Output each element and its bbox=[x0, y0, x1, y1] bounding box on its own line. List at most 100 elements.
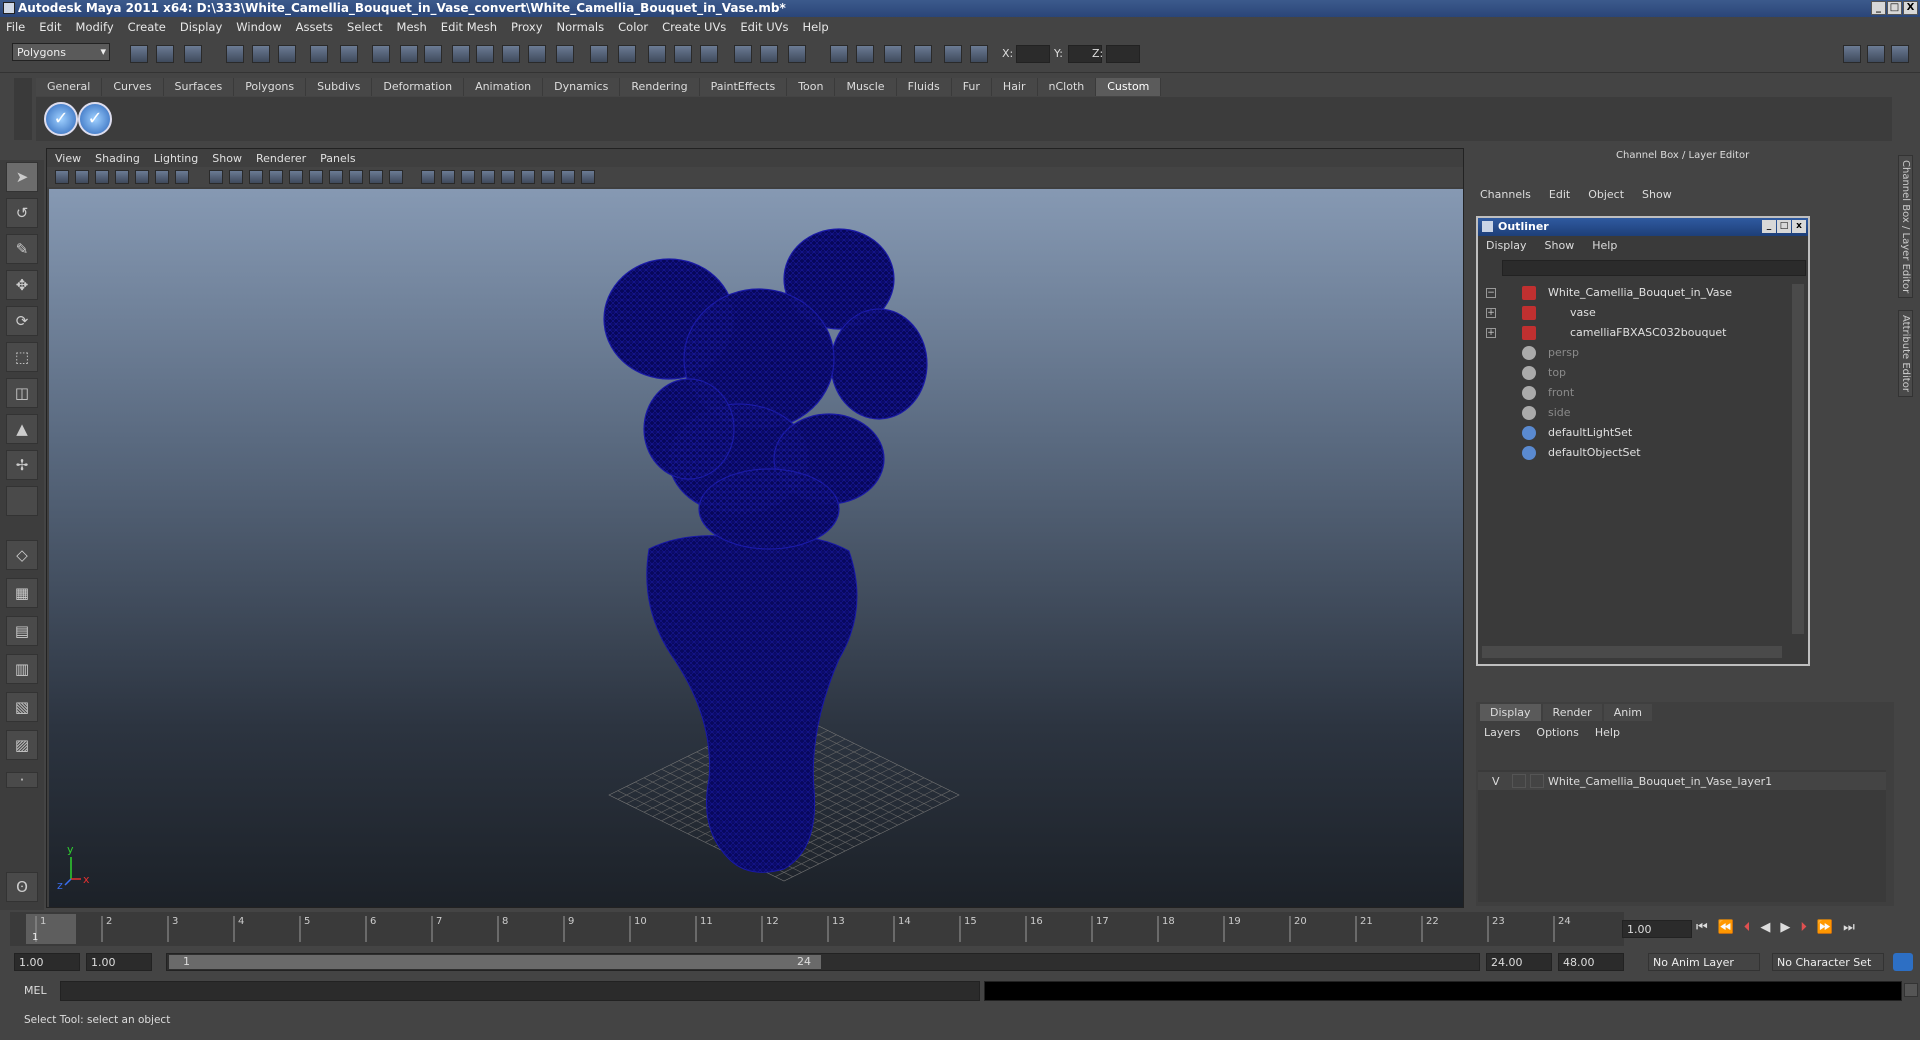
status-tool-icon-29[interactable] bbox=[944, 45, 962, 63]
last-used-tool-icon[interactable] bbox=[6, 486, 38, 516]
play-backwards-icon[interactable]: ◀ bbox=[1760, 920, 1770, 935]
rotate-tool-icon[interactable]: ⟳ bbox=[6, 306, 38, 336]
universal-manipulator-icon[interactable]: ◫ bbox=[6, 378, 38, 408]
shelf-tab-rendering[interactable]: Rendering bbox=[620, 78, 700, 96]
viewport-tool-icon-12[interactable] bbox=[289, 170, 303, 184]
shelf-tab-dynamics[interactable]: Dynamics bbox=[543, 78, 621, 96]
soft-modification-icon[interactable]: ▲ bbox=[6, 414, 38, 444]
menu-assets[interactable]: Assets bbox=[296, 20, 333, 34]
viewport-tool-icon-4[interactable] bbox=[115, 170, 129, 184]
z-field[interactable] bbox=[1106, 45, 1140, 63]
outliner-item[interactable]: − White_Camellia_Bouquet_in_Vase bbox=[1480, 284, 1780, 302]
close-button[interactable]: X bbox=[1903, 1, 1918, 15]
command-language-label[interactable]: MEL bbox=[24, 984, 47, 997]
status-tool-icon-9[interactable] bbox=[372, 45, 390, 63]
layer-tab-anim[interactable]: Anim bbox=[1603, 704, 1652, 721]
persp-graph-layout-icon[interactable]: ▨ bbox=[6, 730, 38, 760]
maximize-button[interactable]: □ bbox=[1887, 1, 1902, 15]
viewport-tool-icon-11[interactable] bbox=[269, 170, 283, 184]
status-tool-icon-6[interactable] bbox=[278, 45, 296, 63]
status-tool-icon-25[interactable] bbox=[830, 45, 848, 63]
shelf-check-button-1[interactable]: ✓ bbox=[44, 102, 78, 136]
viewport-menu-panels[interactable]: Panels bbox=[320, 152, 355, 165]
select-tool-icon[interactable]: ➤ bbox=[6, 162, 38, 192]
shelf-tab-general[interactable]: General bbox=[36, 78, 103, 96]
outliner-minimize-button[interactable]: _ bbox=[1762, 220, 1776, 233]
animation-start-field[interactable]: 1.00 bbox=[14, 953, 80, 971]
outliner-maximize-button[interactable]: □ bbox=[1777, 220, 1791, 233]
step-forward-frame-icon[interactable]: ⏵ bbox=[1800, 920, 1807, 935]
play-forwards-icon[interactable]: ▶ bbox=[1780, 920, 1790, 935]
shelf-tab-fluids[interactable]: Fluids bbox=[896, 78, 952, 96]
outliner-item[interactable]: persp bbox=[1480, 344, 1780, 362]
status-tool-icon-20[interactable] bbox=[674, 45, 692, 63]
shelf-check-button-2[interactable]: ✓ bbox=[78, 102, 112, 136]
menu-create[interactable]: Create bbox=[128, 20, 166, 34]
time-slider[interactable]: 1 2 3 4 5 6 7 8 9 10 11 12 13 14 15 16 17 18 19 20 21 22 23 24 1 bbox=[10, 912, 1624, 946]
menu-modify[interactable]: Modify bbox=[76, 20, 114, 34]
menu-edit-uvs[interactable]: Edit UVs bbox=[740, 20, 788, 34]
show-channel-box-icon[interactable] bbox=[1891, 45, 1909, 63]
side-tab-channel-box[interactable]: Channel Box / Layer Editor bbox=[1898, 155, 1913, 299]
graph-persp-layout-icon[interactable]: ▥ bbox=[6, 654, 38, 684]
viewport-tool-icon-21[interactable] bbox=[481, 170, 495, 184]
viewport-tool-icon-13[interactable] bbox=[309, 170, 323, 184]
layer-row[interactable]: V White_Camellia_Bouquet_in_Vase_layer1 bbox=[1478, 772, 1886, 790]
menu-edit-mesh[interactable]: Edit Mesh bbox=[441, 20, 497, 34]
auto-key-icon[interactable] bbox=[1893, 953, 1913, 971]
viewport-tool-icon-17[interactable] bbox=[389, 170, 403, 184]
viewport-tool-icon-9[interactable] bbox=[229, 170, 243, 184]
shelf-tab-subdivs[interactable]: Subdivs bbox=[306, 78, 373, 96]
viewport-menu-lighting[interactable]: Lighting bbox=[154, 152, 198, 165]
menu-select[interactable]: Select bbox=[347, 20, 382, 34]
x-field[interactable] bbox=[1016, 45, 1050, 63]
character-set-selector[interactable]: No Character Set bbox=[1772, 953, 1884, 971]
shelf-tab-animation[interactable]: Animation bbox=[464, 78, 544, 96]
shelf-tab-custom[interactable]: Custom bbox=[1096, 78, 1162, 96]
channel-box-menu-show[interactable]: Show bbox=[1642, 188, 1672, 201]
channel-box-menu-edit[interactable]: Edit bbox=[1549, 188, 1570, 201]
shelf-tab-muscle[interactable]: Muscle bbox=[835, 78, 897, 96]
menu-window[interactable]: Window bbox=[236, 20, 281, 34]
menu-help[interactable]: Help bbox=[803, 20, 829, 34]
viewport-menu-show[interactable]: Show bbox=[212, 152, 242, 165]
menu-proxy[interactable]: Proxy bbox=[511, 20, 543, 34]
collapse-icon[interactable]: − bbox=[1486, 288, 1496, 298]
outliner-item[interactable]: top bbox=[1480, 364, 1780, 382]
show-attribute-editor-icon[interactable] bbox=[1843, 45, 1861, 63]
viewport-tool-icon-15[interactable] bbox=[349, 170, 363, 184]
perspective-viewport[interactable]: View Shading Lighting Show Renderer Panels bbox=[46, 148, 1464, 908]
viewport-tool-icon-22[interactable] bbox=[501, 170, 515, 184]
status-tool-icon-10[interactable] bbox=[400, 45, 418, 63]
status-tool-icon-12[interactable] bbox=[452, 45, 470, 63]
hypershade-persp-layout-icon[interactable]: ▧ bbox=[6, 692, 38, 722]
viewport-tool-icon-6[interactable] bbox=[155, 170, 169, 184]
menu-file[interactable]: File bbox=[6, 20, 25, 34]
outliner-item[interactable]: + camelliaFBXASC032bouquet bbox=[1480, 324, 1780, 342]
status-tool-icon-17[interactable] bbox=[590, 45, 608, 63]
viewport-tool-icon-25[interactable] bbox=[561, 170, 575, 184]
go-to-end-icon[interactable]: ⏭ bbox=[1843, 920, 1855, 935]
outliner-menu-show[interactable]: Show bbox=[1545, 239, 1575, 253]
viewport-tool-icon-19[interactable] bbox=[441, 170, 455, 184]
status-tool-icon-28[interactable] bbox=[914, 45, 932, 63]
status-tool-icon-7[interactable] bbox=[310, 45, 328, 63]
channel-box-menu-object[interactable]: Object bbox=[1588, 188, 1624, 201]
layer-visibility-toggle[interactable]: V bbox=[1492, 775, 1500, 788]
status-tool-icon-27[interactable] bbox=[884, 45, 902, 63]
status-tool-icon-26[interactable] bbox=[856, 45, 874, 63]
step-forward-key-icon[interactable]: ⏩ bbox=[1817, 920, 1833, 935]
outliner-filter-input[interactable] bbox=[1502, 260, 1806, 276]
outliner-item[interactable]: side bbox=[1480, 404, 1780, 422]
anim-layer-selector[interactable]: No Anim Layer bbox=[1648, 953, 1760, 971]
viewport-tool-icon-26[interactable] bbox=[581, 170, 595, 184]
outliner-menu-help[interactable]: Help bbox=[1592, 239, 1617, 253]
viewport-tool-icon-23[interactable] bbox=[521, 170, 535, 184]
status-tool-icon-16[interactable] bbox=[556, 45, 574, 63]
menu-set-selector[interactable]: Polygons ▾ bbox=[12, 43, 110, 61]
menu-create-uvs[interactable]: Create UVs bbox=[662, 20, 726, 34]
status-tool-icon-23[interactable] bbox=[760, 45, 778, 63]
outliner-close-button[interactable]: x bbox=[1792, 220, 1806, 233]
channel-box-menu-channels[interactable]: Channels bbox=[1480, 188, 1531, 201]
shelf-tab-deformation[interactable]: Deformation bbox=[372, 78, 465, 96]
